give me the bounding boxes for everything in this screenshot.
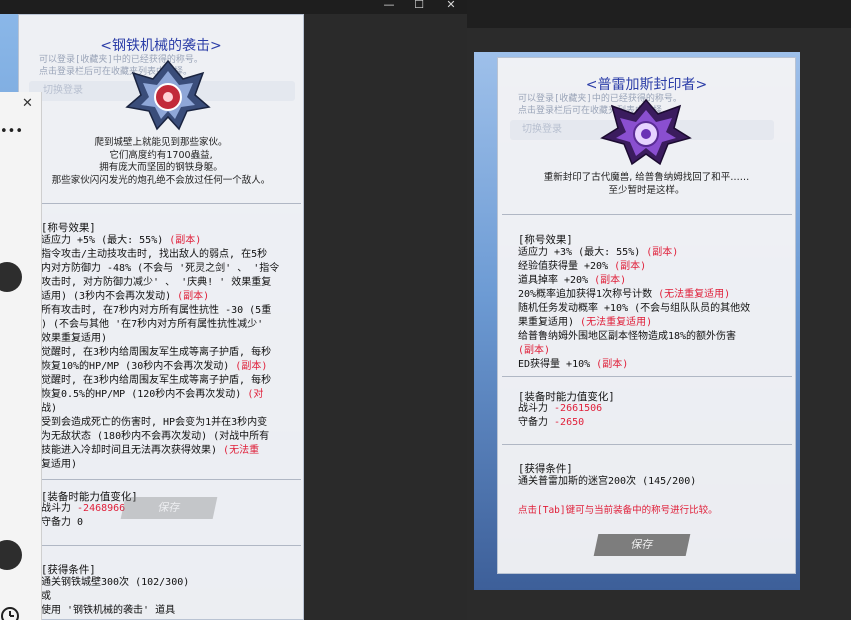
left-window-titlebar: — ☐ ✕ [0,0,467,14]
left-window-empty-area [304,14,467,620]
equip-stat-defense: 守备力 0 [41,517,84,528]
avatar[interactable] [0,262,22,292]
right-window-titlebar [467,0,851,28]
right-tooltip-description: 重新封印了古代魔兽, 给普鲁纳姆找回了和平…… 至少暂时是这样。 [543,172,750,196]
switch-login-label: 切换登录 [43,85,83,96]
maximize-button[interactable]: ☐ [408,0,430,13]
clock-icon[interactable] [0,606,20,620]
save-button[interactable]: 保存 [593,534,691,556]
effect-line: 攻击时, 对方防御力减少' 、 '庆典! ' 效果重复 [41,277,272,288]
close-window-button[interactable]: ✕ [440,0,462,13]
effect-line: 所有攻击时, 在7秒内对方所有属性抗性 -30 (5重 [41,305,272,316]
equip-stat-defense: 守备力 -2650 [518,417,585,428]
effect-line: (副本) [518,345,551,356]
equip-stat-attack: 战斗力 -2661506 [518,403,603,414]
effect-line: 适用) (3秒内不会再次发动) (副本) [41,291,210,302]
effect-line: 觉醒时, 在3秒内给周围友军生成等离子护盾, 每秒 [41,375,272,386]
more-options-icon[interactable]: ••• [0,124,23,139]
equip-stat-attack: 战斗力 -2468966 [41,503,126,514]
effect-line: 20%概率追加获得1次称号计数 (无法重复适用) [518,289,731,300]
divider [502,444,792,445]
effect-line: 为无敌状态 (180秒内不会再次发动) (对战中所有 [41,431,270,442]
effect-line: 恢复10%的HP/MP (30秒内不会再次发动) (副本) [41,361,268,372]
steel-machine-emblem-icon [125,59,211,131]
acquire-item: 使用 '钢铁机械的袭击' 道具 [41,605,176,616]
divider [502,376,792,377]
acquire-title: [获得条件] [518,463,573,475]
acquire-condition: 通关钢铁城壁300次 (102/300) [41,577,190,588]
effect-line: 技能进入冷却时间且无法再次获得效果) (无法重 [41,445,260,456]
acquire-title: [获得条件] [41,564,96,576]
effect-line: 果重复适用) (无法重复适用) [518,317,653,328]
avatar[interactable] [0,540,22,570]
effect-line: 恢复0.5%的HP/MP (120秒内不会再次发动) (对 [41,389,264,400]
right-title-tooltip: 可以登录[收藏夹]中的已经获得的称号。 点击登录栏后可在收藏夹列表中选择。 切换… [497,57,796,574]
divider [23,479,301,480]
chat-side-panel: ✕ ••• [0,92,42,620]
divider [23,203,301,204]
effect-line: 随机任务发动概率 +10% (不会与组队队员的其他效 [518,303,751,314]
effect-line: 经验值获得量 +20% (副本) [518,261,647,272]
close-icon[interactable]: ✕ [22,96,33,111]
acquire-or: 或 [41,591,51,602]
divider [502,214,792,215]
effect-line: 战) [41,403,58,414]
left-tooltip-description: 爬到城壁上就能见到那些家伙。 它们高度约有1700蟲益, 拥有庞大而坚固的钢铁身… [51,137,271,186]
save-button[interactable]: 保存 [120,497,218,519]
left-tooltip-title: <钢铁机械的袭击> [100,38,222,54]
effect-line: ED获得量 +10% (副本) [518,359,629,370]
effect-line: 给普鲁纳姆外围地区副本怪物造成18%的额外伤害 [518,331,737,342]
minimize-button[interactable]: — [378,0,400,13]
left-title-tooltip: 可以登录[收藏夹]中的已经获得的称号。 点击登录栏后可在收藏夹列表中选择。 切换… [18,14,304,620]
divider [23,545,301,546]
right-tooltip-title: <普雷加斯封印者> [585,77,708,93]
effect-line: 效果重复适用) [41,333,108,344]
effect-line: 觉醒时, 在3秒内给周围友军生成等离子护盾, 每秒 [41,347,272,358]
effects-title: [称号效果] [41,222,96,234]
pregas-sealer-emblem-icon [600,98,692,166]
effect-line: ) (不会与其他 '在7秒内对方所有属性抗性减少' [41,319,264,330]
switch-login-label: 切换登录 [522,124,562,135]
effects-title: [称号效果] [518,234,573,246]
effect-line: 内对方防御力 -48% (不会与 '死灵之剑' 、 '指令 [41,263,280,274]
tab-compare-hint: 点击[Tab]键可与当前装备中的称号进行比较。 [518,505,718,516]
effect-line: 适应力 +5% (最大: 55%) (副本) [41,235,202,246]
acquire-condition: 通关普雷加斯的迷宫200次 (145/200) [518,476,697,487]
effect-line: 适应力 +3% (最大: 55%) (副本) [518,247,679,258]
effect-line: 受到会造成死亡的伤害时, HP会变为1并在3秒内变 [41,417,268,428]
effect-line: 复适用) [41,459,78,470]
effect-line: 道具掉率 +20% (副本) [518,275,627,286]
effect-line: 指令攻击/主动技攻击时, 找出敌人的弱点, 在5秒 [41,249,268,260]
